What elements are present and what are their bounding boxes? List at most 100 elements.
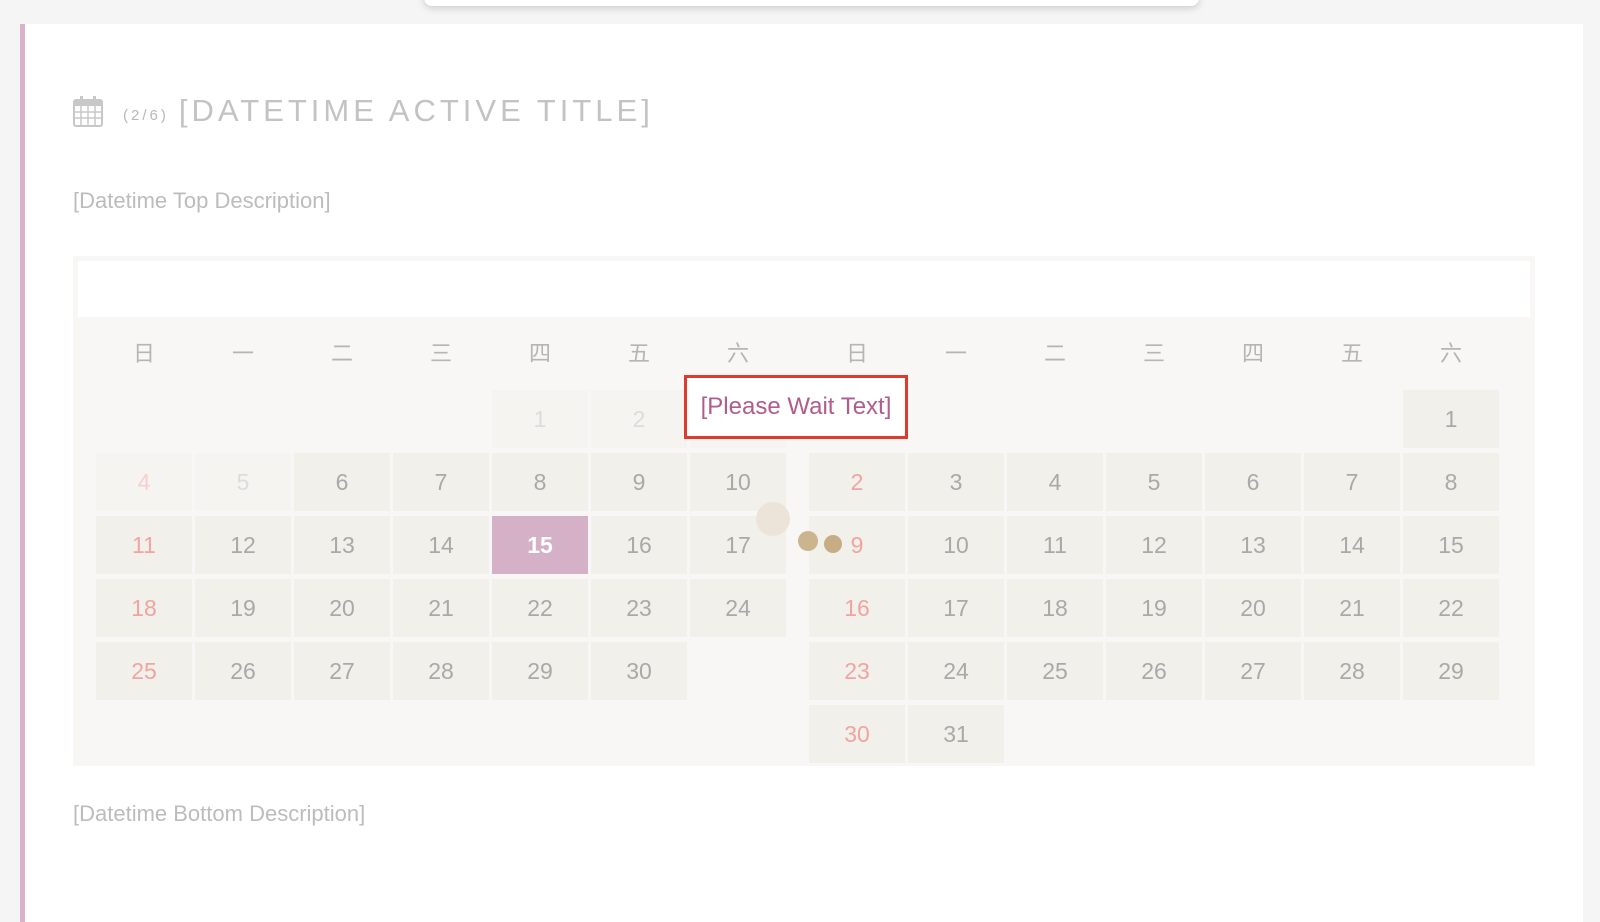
date-cell[interactable]: 2 [809,453,905,511]
empty-cell [1205,705,1301,763]
date-cell[interactable]: 13 [294,516,390,574]
weekday-label: 三 [1142,341,1165,366]
weekday-label: 二 [1043,341,1066,366]
loading-dot [824,535,842,553]
date-cell[interactable]: 23 [809,642,905,700]
weekday-label: 一 [944,341,967,366]
empty-cell [393,390,489,448]
date-cell[interactable]: 21 [1304,579,1400,637]
section-header: (2/6) [DATETIME ACTIVE TITLE] [73,89,654,129]
date-cell[interactable]: 28 [393,642,489,700]
date-cell[interactable]: 20 [1205,579,1301,637]
date-cell: 1 [492,390,588,448]
empty-cell [1205,390,1301,448]
date-cell: 2 [591,390,687,448]
date-cell[interactable]: 31 [908,705,1004,763]
date-cell[interactable]: 30 [809,705,905,763]
selected-date-cell[interactable]: 15 [492,516,588,574]
date-cell: 4 [96,453,192,511]
date-cell[interactable]: 26 [1106,642,1202,700]
empty-cell [1007,705,1103,763]
date-cell[interactable]: 8 [492,453,588,511]
date-cell[interactable]: 20 [294,579,390,637]
date-cell[interactable]: 22 [492,579,588,637]
month-right: 日一二三四五六 1 2 3 4 5 6 7 8 9 10 11 12 13 14 15 16 17 18 19 20 2… [809,332,1499,763]
date-cell[interactable]: 8 [1403,453,1499,511]
date-cell[interactable]: 25 [96,642,192,700]
date-cell[interactable]: 23 [591,579,687,637]
date-cell[interactable]: 10 [908,516,1004,574]
weekday-label: 一 [231,341,254,366]
date-cell[interactable]: 29 [492,642,588,700]
date-cell[interactable]: 27 [294,642,390,700]
loading-dot [798,531,818,551]
weekday-row: 日一二三四五六 [809,332,1499,376]
date-cell[interactable]: 18 [96,579,192,637]
date-cell[interactable]: 26 [195,642,291,700]
date-cell[interactable]: 27 [1205,642,1301,700]
date-cell[interactable]: 17 [908,579,1004,637]
date-cell[interactable]: 12 [195,516,291,574]
weekday-label: 六 [726,341,749,366]
page-title: [DATETIME ACTIVE TITLE] [178,93,654,128]
date-cell[interactable]: 30 [591,642,687,700]
date-cell[interactable]: 25 [1007,642,1103,700]
day-grid: 1234567891011121314151617181920212223242… [809,390,1499,763]
weekday-label: 五 [1340,341,1363,366]
weekday-row: 日一二三四五六 [96,332,786,376]
calendar-header-bar [78,261,1530,317]
date-cell[interactable]: 3 [908,453,1004,511]
date-cell[interactable]: 1 [1403,390,1499,448]
date-cell[interactable]: 16 [591,516,687,574]
date-cell[interactable]: 4 [1007,453,1103,511]
date-cell[interactable]: 14 [393,516,489,574]
date-cell[interactable]: 11 [1007,516,1103,574]
weekday-label: 二 [330,341,353,366]
weekday-label: 四 [528,341,551,366]
date-cell[interactable]: 7 [1304,453,1400,511]
date-cell[interactable]: 24 [690,579,786,637]
date-cell[interactable]: 19 [1106,579,1202,637]
date-cell[interactable]: 7 [393,453,489,511]
loading-dot [756,502,790,536]
bottom-description: [Datetime Bottom Description] [73,801,366,826]
date-cell[interactable]: 16 [809,579,905,637]
empty-cell [1304,705,1400,763]
date-cell[interactable]: 6 [294,453,390,511]
month-left: 日一二三四五六 12345678910111213141516171819202… [96,332,786,700]
weekday-label: 三 [429,341,452,366]
date-cell[interactable]: 11 [96,516,192,574]
date-cell[interactable]: 21 [393,579,489,637]
date-cell[interactable]: 12 [1106,516,1202,574]
empty-cell [1304,390,1400,448]
weekday-label: 四 [1241,341,1264,366]
top-popup-edge [424,0,1199,6]
date-cell[interactable]: 22 [1403,579,1499,637]
empty-cell [1106,705,1202,763]
date-cell[interactable]: 13 [1205,516,1301,574]
empty-cell [294,390,390,448]
date-cell[interactable]: 5 [1106,453,1202,511]
date-cell[interactable]: 24 [908,642,1004,700]
empty-cell [1007,390,1103,448]
date-cell[interactable]: 19 [195,579,291,637]
page: (2/6) [DATETIME ACTIVE TITLE] [Datetime … [0,0,1600,922]
please-wait-message: [Please Wait Text] [684,375,908,439]
empty-cell [1403,705,1499,763]
date-cell[interactable]: 28 [1304,642,1400,700]
date-cell[interactable]: 15 [1403,516,1499,574]
weekday-label: 日 [845,341,868,366]
date-cell[interactable]: 14 [1304,516,1400,574]
empty-cell [96,390,192,448]
date-cell[interactable]: 6 [1205,453,1301,511]
datetime-panel: (2/6) [DATETIME ACTIVE TITLE] [Datetime … [20,24,1583,922]
empty-cell [1106,390,1202,448]
calendar: 日一二三四五六 12345678910111213141516171819202… [73,256,1535,766]
date-cell[interactable]: 29 [1403,642,1499,700]
top-description: [Datetime Top Description] [73,188,331,213]
empty-cell [195,390,291,448]
date-cell[interactable]: 18 [1007,579,1103,637]
date-cell[interactable]: 9 [591,453,687,511]
weekday-label: 六 [1439,341,1462,366]
date-cell: 5 [195,453,291,511]
